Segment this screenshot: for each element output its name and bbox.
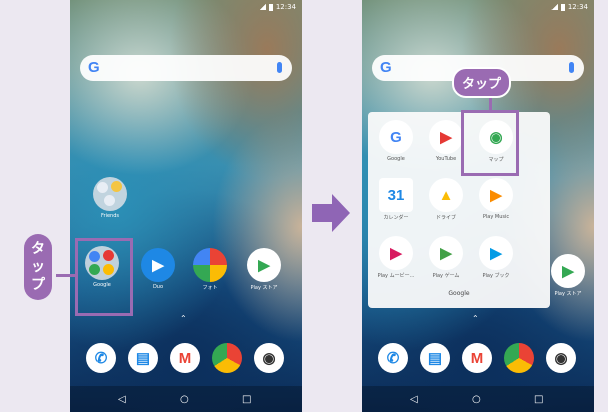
recents-icon[interactable]: □ <box>242 394 251 405</box>
folder-app-label: Google <box>387 156 405 162</box>
chrome-icon[interactable] <box>504 343 534 373</box>
google-g-icon: G <box>379 120 413 154</box>
recents-icon[interactable]: □ <box>534 394 543 405</box>
folder-app-label: Play ムービー... <box>377 273 415 279</box>
folder-app-play-books[interactable]: ▶ Play ブック <box>474 236 518 279</box>
play-music-icon: ▶ <box>479 178 513 212</box>
google-logo-icon: G <box>88 59 100 76</box>
dock: ✆ ▤ M ◉ <box>362 340 594 376</box>
google-logo-icon: G <box>380 59 392 76</box>
navigation-bar: ◁ ○ □ <box>70 386 302 412</box>
play-books-icon: ▶ <box>479 236 513 270</box>
tap-connector <box>56 274 76 277</box>
folder-app-play-games[interactable]: ▶ Play ゲーム <box>424 236 468 279</box>
play-movies-icon: ▶ <box>379 236 413 270</box>
folder-app-calendar[interactable]: 31 カレンダー <box>374 178 418 221</box>
app-drawer-chevron-icon[interactable]: ⌃ <box>180 314 187 323</box>
camera-icon[interactable]: ◉ <box>254 343 284 373</box>
duo-app[interactable]: ▶ Duo <box>136 248 180 290</box>
maps-highlight <box>461 110 519 176</box>
status-time: 12:34 <box>567 3 588 11</box>
battery-icon <box>560 3 565 11</box>
signal-icon <box>258 4 266 10</box>
tap-connector <box>489 96 492 111</box>
tap-char-3: プ <box>31 277 45 293</box>
play-store-icon: ▶ <box>551 254 585 288</box>
tap-callout-right: タップ <box>452 67 512 98</box>
photos-app[interactable]: フォト <box>188 248 232 291</box>
home-icon[interactable]: ○ <box>180 394 189 405</box>
gmail-icon[interactable]: M <box>462 343 492 373</box>
battery-icon <box>268 3 273 11</box>
google-search-bar[interactable]: G <box>80 55 292 81</box>
play-store-icon: ▶ <box>247 248 281 282</box>
play-store-app[interactable]: ▶ Play ストア <box>242 248 286 291</box>
friends-folder[interactable]: Friends <box>88 177 132 219</box>
status-time: 12:34 <box>275 3 296 11</box>
tap-callout-left: タ ッ プ <box>24 234 52 300</box>
folder-app-drive[interactable]: ▲ ドライブ <box>424 178 468 221</box>
home-screen-before: 12:34 G Friends Google ▶ Duo フォト ▶ Play … <box>70 0 302 412</box>
camera-icon[interactable]: ◉ <box>546 343 576 373</box>
friends-label: Friends <box>101 213 119 219</box>
dock: ✆ ▤ M ◉ <box>70 340 302 376</box>
phone-icon[interactable]: ✆ <box>378 343 408 373</box>
play-store-label: Play ストア <box>250 285 278 291</box>
back-icon[interactable]: ◁ <box>410 394 418 405</box>
calendar-icon: 31 <box>379 178 413 212</box>
home-screen-folder-open: 12:34 G G Google ▶ YouTube ◉ マップ 31 カレンダ… <box>362 0 594 412</box>
right-arrow-icon <box>312 194 350 232</box>
folder-app-label: カレンダー <box>383 215 409 221</box>
tap-char-1: タ <box>31 241 45 257</box>
folder-app-play-music[interactable]: ▶ Play Music <box>474 178 518 220</box>
play-store-label: Play ストア <box>554 291 582 297</box>
chrome-icon[interactable] <box>212 343 242 373</box>
duo-label: Duo <box>152 284 164 290</box>
google-folder-highlight <box>75 238 133 316</box>
folder-app-play-movies[interactable]: ▶ Play ムービー... <box>374 236 418 279</box>
folder-title[interactable]: Google <box>368 290 550 297</box>
app-drawer-chevron-icon[interactable]: ⌃ <box>472 314 479 323</box>
pinwheel-icon <box>193 248 227 282</box>
video-camera-icon: ▶ <box>141 248 175 282</box>
messages-icon[interactable]: ▤ <box>128 343 158 373</box>
play-store-app[interactable]: ▶ Play ストア <box>546 254 590 297</box>
play-games-icon: ▶ <box>429 236 463 270</box>
signal-icon <box>550 4 558 10</box>
folder-app-google[interactable]: G Google <box>374 120 418 162</box>
folder-app-label: ドライブ <box>435 215 456 221</box>
back-icon[interactable]: ◁ <box>118 394 126 405</box>
status-bar: 12:34 <box>258 3 296 11</box>
phone-icon[interactable]: ✆ <box>86 343 116 373</box>
folder-app-label: Play ゲーム <box>432 273 460 279</box>
folder-app-label: Play Music <box>482 214 510 220</box>
mic-icon[interactable] <box>277 62 282 73</box>
navigation-bar: ◁ ○ □ <box>362 386 594 412</box>
google-folder-panel: G Google ▶ YouTube ◉ マップ 31 カレンダー ▲ ドライブ… <box>368 112 550 308</box>
folder-app-label: Play ブック <box>482 273 510 279</box>
youtube-icon: ▶ <box>429 120 463 154</box>
messages-icon[interactable]: ▤ <box>420 343 450 373</box>
status-bar: 12:34 <box>550 3 588 11</box>
friends-folder-icon <box>93 177 127 211</box>
mic-icon[interactable] <box>569 62 574 73</box>
home-icon[interactable]: ○ <box>472 394 481 405</box>
drive-icon: ▲ <box>429 178 463 212</box>
gmail-icon[interactable]: M <box>170 343 200 373</box>
tap-char-2: ッ <box>31 259 45 275</box>
photos-label: フォト <box>202 285 218 291</box>
